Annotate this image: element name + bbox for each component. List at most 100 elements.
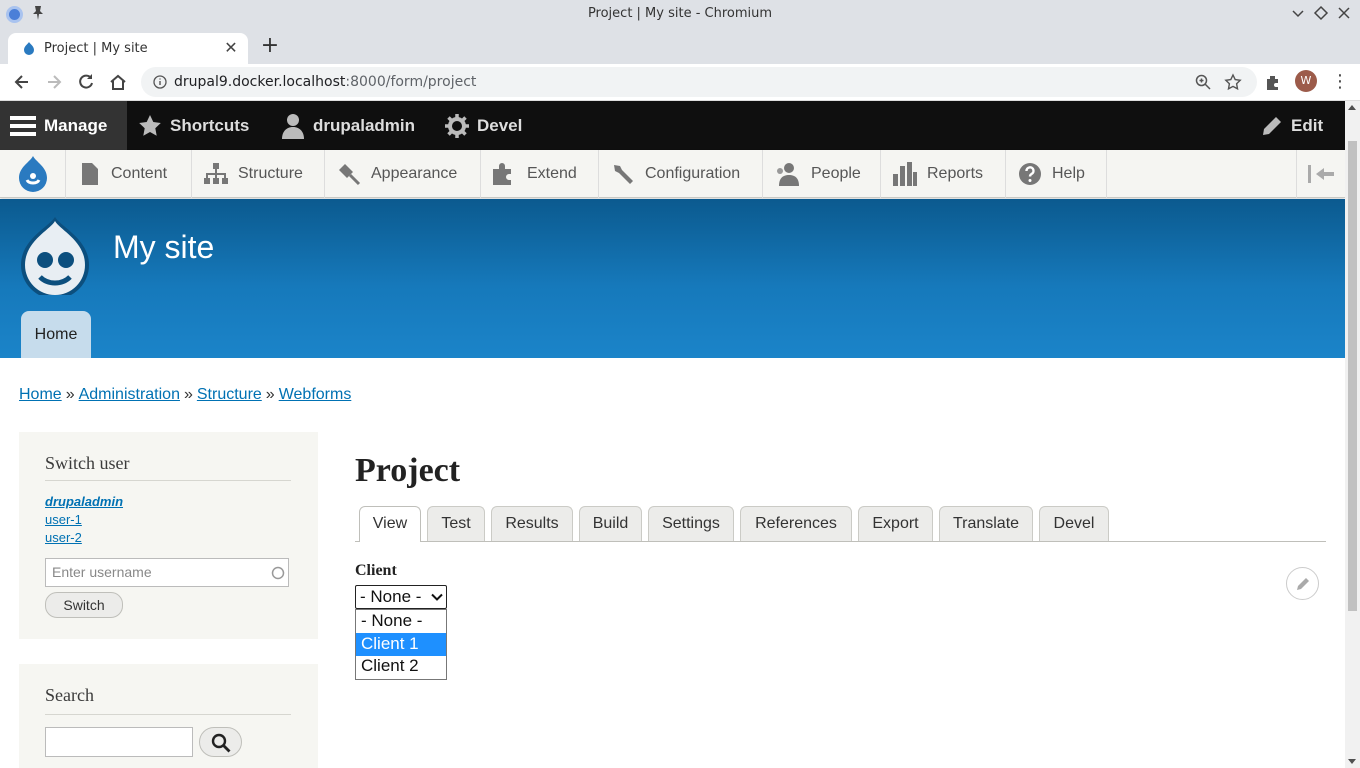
admin-tray: Content Structure Appearance Extend Conf…: [0, 150, 1345, 198]
star-icon: [139, 114, 161, 136]
file-icon: [82, 163, 98, 185]
edit-button[interactable]: Edit: [1261, 101, 1323, 150]
option-client-2[interactable]: Client 2: [356, 655, 446, 678]
chevron-down-icon: [431, 593, 443, 601]
username-input[interactable]: Enter username: [45, 558, 289, 587]
forward-icon[interactable]: [44, 72, 64, 92]
option-client-1[interactable]: Client 1: [356, 633, 446, 656]
site-logo[interactable]: [18, 215, 92, 295]
paintbrush-icon: [339, 164, 361, 186]
profile-avatar[interactable]: W: [1295, 70, 1317, 92]
wrench-icon: [614, 165, 633, 184]
user-link-drupaladmin[interactable]: drupaladmin: [45, 494, 123, 509]
tray-item-structure[interactable]: Structure: [192, 150, 325, 198]
devel-button[interactable]: Devel: [445, 101, 522, 150]
search-title: Search: [45, 685, 94, 705]
shortcuts-button[interactable]: Shortcuts: [138, 101, 249, 150]
search-input[interactable]: [45, 727, 193, 757]
site-name[interactable]: My site: [113, 229, 214, 266]
contextual-edit-button[interactable]: [1286, 567, 1319, 600]
tray-item-people[interactable]: People: [763, 150, 881, 198]
tray-label-help: Help: [1052, 165, 1085, 182]
help-icon: [1019, 163, 1041, 185]
tab-test[interactable]: Test: [427, 506, 485, 541]
client-select-value: - None -: [360, 587, 422, 606]
tray-item-configuration[interactable]: Configuration: [599, 150, 763, 198]
sitemap-icon: [204, 163, 228, 184]
manage-button[interactable]: Manage: [0, 101, 127, 150]
close-tab-icon[interactable]: ✕: [222, 39, 240, 57]
switch-user-divider: [45, 480, 291, 481]
url-text[interactable]: drupal9.docker.localhost:8000/form/proje…: [174, 74, 476, 90]
tray-label-extend: Extend: [527, 165, 577, 182]
tray-orientation-toggle[interactable]: [1296, 150, 1345, 198]
zoom-icon[interactable]: [1195, 74, 1211, 90]
maximize-icon[interactable]: [1313, 5, 1329, 21]
tab-translate[interactable]: Translate: [939, 506, 1033, 541]
site-info-icon[interactable]: [153, 75, 167, 89]
reload-icon[interactable]: [76, 72, 96, 92]
tray-item-appearance[interactable]: Appearance: [325, 150, 481, 198]
site-header: My site Home: [0, 199, 1345, 358]
tray-item-content[interactable]: Content: [67, 150, 192, 198]
window-titlebar: Project | My site - Chromium: [0, 0, 1360, 29]
breadcrumb-administration[interactable]: Administration: [79, 386, 180, 403]
username-placeholder: Enter username: [52, 564, 152, 580]
close-window-icon[interactable]: [1336, 5, 1352, 21]
address-bar[interactable]: drupal9.docker.localhost:8000/form/proje…: [141, 67, 1257, 97]
search-divider: [45, 714, 291, 715]
tray-label-structure: Structure: [238, 165, 303, 182]
breadcrumb-home[interactable]: Home: [19, 386, 62, 403]
extensions-icon[interactable]: [1264, 73, 1282, 91]
tray-label-appearance: Appearance: [371, 165, 458, 182]
people-icon: [777, 163, 799, 186]
gear-icon: [445, 113, 469, 138]
scroll-up-icon[interactable]: [1348, 105, 1356, 110]
breadcrumb-structure[interactable]: Structure: [197, 386, 262, 403]
page-title: Project: [355, 452, 461, 489]
tab-results[interactable]: Results: [491, 506, 573, 541]
breadcrumb-webforms[interactable]: Webforms: [279, 386, 352, 403]
browser-tab[interactable]: Project | My site ✕: [8, 33, 248, 64]
breadcrumb: Home» Administration» Structure» Webforms: [19, 386, 352, 403]
tab-references[interactable]: References: [740, 506, 852, 541]
home-icon[interactable]: [108, 72, 128, 92]
user-button[interactable]: drupaladmin: [281, 101, 415, 150]
new-tab-button[interactable]: +: [258, 35, 282, 59]
tray-item-reports[interactable]: Reports: [881, 150, 1006, 198]
tab-build[interactable]: Build: [579, 506, 642, 541]
minimize-icon[interactable]: [1290, 5, 1306, 21]
puzzle-icon: [493, 163, 511, 185]
tray-label-reports: Reports: [927, 165, 984, 182]
autocomplete-icon: [271, 566, 285, 580]
client-select[interactable]: - None -: [355, 585, 447, 609]
bookmark-star-icon[interactable]: [1224, 73, 1242, 91]
browser-tab-title: Project | My site: [44, 41, 148, 56]
tab-settings[interactable]: Settings: [648, 506, 734, 541]
switch-user-block: Switch user drupaladmin user-1 user-2 En…: [19, 432, 318, 639]
shortcuts-label: Shortcuts: [170, 115, 250, 135]
user-label: drupaladmin: [313, 115, 416, 135]
user-link-user-2[interactable]: user-2: [45, 530, 82, 545]
user-icon: [282, 113, 304, 139]
option-none[interactable]: - None -: [356, 610, 446, 633]
tab-view[interactable]: View: [359, 506, 421, 542]
browser-menu-icon[interactable]: ⋮: [1331, 72, 1349, 92]
tab-devel[interactable]: Devel: [1039, 506, 1109, 541]
switch-button[interactable]: Switch: [45, 592, 123, 618]
nav-home-tab[interactable]: Home: [21, 311, 91, 358]
drupal-logo-link[interactable]: [0, 150, 66, 198]
search-button[interactable]: [199, 727, 242, 757]
tab-export[interactable]: Export: [858, 506, 933, 541]
manage-label: Manage: [44, 115, 108, 135]
scrollbar-thumb[interactable]: [1348, 141, 1357, 611]
tab-strip: Project | My site ✕ +: [0, 29, 1360, 64]
tray-label-people: People: [811, 165, 861, 182]
user-link-user-1[interactable]: user-1: [45, 512, 82, 527]
tray-item-help[interactable]: Help: [1006, 150, 1107, 198]
back-icon[interactable]: [12, 72, 32, 92]
hamburger-icon: [10, 115, 36, 136]
scroll-down-icon[interactable]: [1348, 759, 1356, 764]
tray-item-extend[interactable]: Extend: [481, 150, 599, 198]
page-scrollbar[interactable]: [1345, 101, 1360, 768]
